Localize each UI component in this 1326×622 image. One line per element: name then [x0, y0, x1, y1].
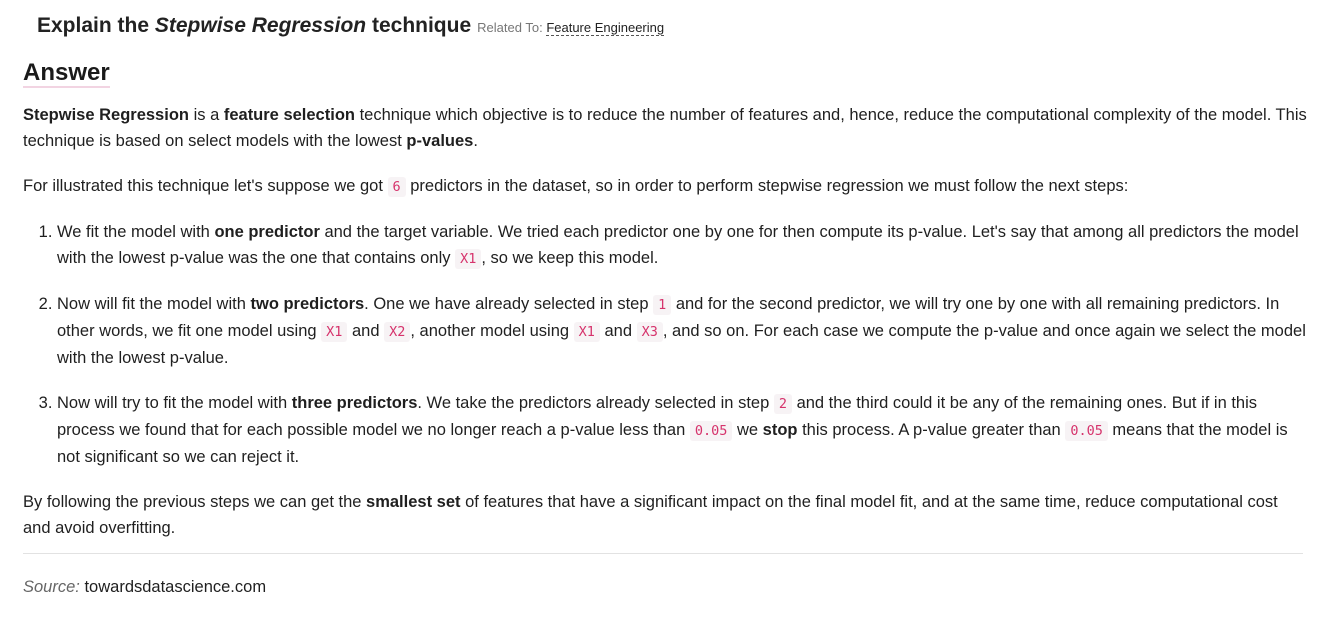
- term-p-values: p-values: [406, 132, 474, 150]
- setup-paragraph: For illustrated this technique let's sup…: [23, 177, 1129, 197]
- related-label: Related To:: [477, 20, 543, 35]
- inline-code: 6: [387, 177, 406, 197]
- inline-code: X2: [384, 322, 411, 342]
- related-link[interactable]: Feature Engineering: [546, 20, 665, 36]
- conclusion-paragraph: By following the previous steps we can g…: [23, 493, 1278, 537]
- inline-code: 0.05: [1065, 421, 1108, 441]
- answer-heading: Answer: [23, 59, 110, 88]
- source-value: towardsdatascience.com: [84, 578, 267, 596]
- answer-body: Stepwise Regression is a feature selecti…: [23, 102, 1308, 560]
- inline-code: 2: [773, 394, 792, 414]
- steps-list: We fit the model with one predictor and …: [23, 219, 1308, 470]
- intro-paragraph: Stepwise Regression is a feature selecti…: [23, 106, 1307, 150]
- inline-code: X1: [573, 322, 600, 342]
- question-title: Explain the Stepwise Regression techniqu…: [37, 14, 665, 38]
- divider: [23, 553, 1303, 554]
- source-line: Source: towardsdatascience.com: [23, 578, 266, 597]
- inline-code: X1: [455, 249, 482, 269]
- term-feature-selection: feature selection: [223, 106, 355, 124]
- related-to: Related To: Feature Engineering: [477, 20, 665, 36]
- step-1: We fit the model with one predictor and …: [57, 219, 1308, 272]
- inline-code: X3: [636, 322, 663, 342]
- inline-code: 1: [653, 295, 672, 315]
- question-suffix: technique: [371, 14, 472, 37]
- inline-code: X1: [321, 322, 348, 342]
- question-emphasis: Stepwise Regression: [154, 14, 367, 37]
- step-2: Now will fit the model with two predicto…: [57, 291, 1308, 371]
- question-prefix: Explain the: [37, 14, 150, 37]
- term-stepwise-regression: Stepwise Regression: [23, 106, 189, 124]
- inline-code: 0.05: [689, 421, 733, 441]
- source-label: Source:: [23, 578, 80, 596]
- step-3: Now will try to fit the model with three…: [57, 390, 1308, 470]
